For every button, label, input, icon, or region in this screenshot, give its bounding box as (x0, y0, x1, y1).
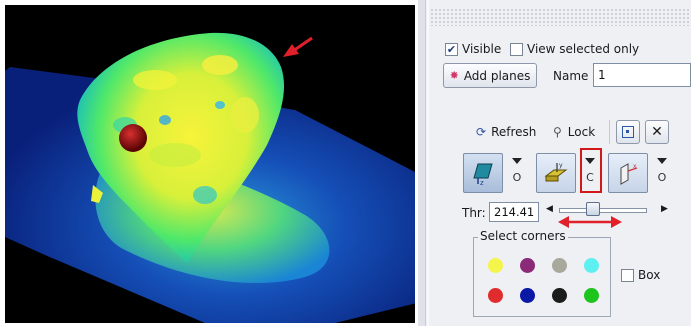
plane-settings-panel: ✔ Visible View selected only ✸ Add plane… (418, 0, 691, 326)
volume-rendering (5, 32, 415, 323)
svg-text:x: x (633, 163, 637, 170)
svg-text:y: y (559, 162, 563, 169)
panel-grip[interactable] (430, 8, 691, 26)
corner-dot-5[interactable] (488, 288, 503, 303)
close-icon: ✕ (651, 124, 663, 140)
sagittal-plane-icon: x (620, 163, 638, 185)
refresh-icon: ⟳ (476, 125, 487, 139)
visible-checkbox[interactable]: ✔ Visible (445, 42, 501, 56)
sagittal-plane-toggle[interactable]: x (608, 153, 648, 193)
slider-right-arrow-icon[interactable]: ▶ (661, 204, 668, 214)
corner-dot-3[interactable] (552, 258, 567, 273)
corner-marker-sphere (119, 124, 147, 152)
threshold-label: Thr: (462, 206, 486, 220)
corner-dot-6[interactable] (520, 288, 535, 303)
corner-dot-1[interactable] (488, 258, 503, 273)
lock-button[interactable]: ⚲ Lock (553, 125, 595, 139)
axial-plane-icon: z (473, 163, 493, 186)
corner-dot-8[interactable] (584, 288, 599, 303)
coronal-mode-highlight (580, 148, 602, 193)
slider-annotation-arrow (558, 216, 622, 228)
threshold-input[interactable] (489, 202, 539, 222)
corner-dot-2[interactable] (520, 258, 535, 273)
corner-dot-7[interactable] (552, 288, 567, 303)
close-planes-button[interactable]: ✕ (645, 120, 669, 144)
axial-plane-toggle[interactable]: z (463, 153, 503, 193)
select-corners-title: Select corners (478, 229, 568, 243)
coronal-plane-toggle[interactable]: y (536, 153, 576, 193)
chevron-down-icon (657, 158, 667, 164)
slider-left-arrow-icon[interactable]: ◀ (546, 204, 553, 214)
3d-viewport[interactable] (5, 5, 415, 323)
svg-text:z: z (480, 179, 484, 186)
pin-icon: ⚲ (553, 125, 562, 139)
box-checkbox[interactable]: Box (621, 268, 660, 282)
annotation-arrow (283, 44, 299, 57)
panel-divider[interactable] (418, 0, 426, 326)
name-label: Name (553, 69, 589, 83)
visible-check-mark: ✔ (445, 42, 458, 56)
coronal-plane-icon: y (544, 162, 568, 182)
name-input[interactable] (593, 63, 691, 87)
fit-view-button[interactable] (616, 120, 640, 144)
select-corners-group (473, 237, 611, 317)
sagittal-mode-dropdown[interactable]: O (654, 154, 670, 184)
fit-view-icon (622, 126, 634, 138)
corner-dot-4[interactable] (584, 258, 599, 273)
sparkle-icon: ✸ (449, 69, 459, 82)
view-selected-checkbox[interactable]: View selected only (510, 42, 639, 56)
axial-mode-dropdown[interactable]: O (509, 154, 525, 184)
chevron-down-icon (512, 158, 522, 164)
add-planes-button[interactable]: ✸ Add planes (443, 63, 537, 88)
refresh-button[interactable]: ⟳ Refresh (476, 125, 536, 139)
threshold-slider-track[interactable] (559, 208, 647, 213)
